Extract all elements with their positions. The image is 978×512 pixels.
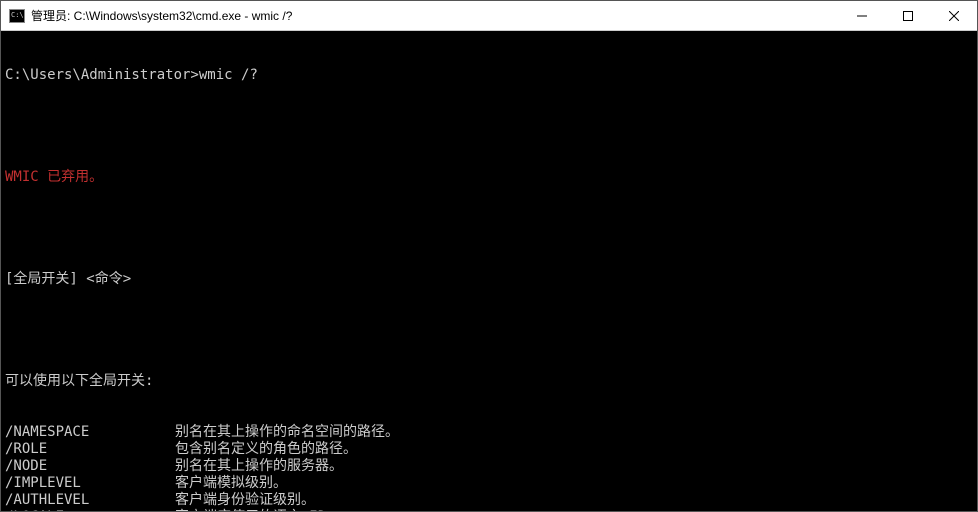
command: wmic /? xyxy=(199,67,258,83)
switch-name: /AUTHLEVEL xyxy=(5,492,175,509)
switch-row: /IMPLEVEL客户端模拟级别。 xyxy=(5,475,973,492)
switch-name: /NAMESPACE xyxy=(5,424,175,441)
terminal-output[interactable]: C:\Users\Administrator>wmic /? WMIC 已弃用。… xyxy=(1,31,977,511)
switch-desc: 客户端应使用的语言 ID。 xyxy=(175,509,340,511)
switch-desc: 别名在其上操作的命名空间的路径。 xyxy=(175,424,399,441)
syntax-line: [全局开关] <命令> xyxy=(5,271,973,288)
blank-line xyxy=(5,118,973,135)
switches-intro: 可以使用以下全局开关: xyxy=(5,373,973,390)
switch-name: /LOCALE xyxy=(5,509,175,511)
switch-name: /NODE xyxy=(5,458,175,475)
switch-row: /NODE别名在其上操作的服务器。 xyxy=(5,458,973,475)
switch-desc: 包含别名定义的角色的路径。 xyxy=(175,441,357,458)
switches-list: /NAMESPACE别名在其上操作的命名空间的路径。/ROLE包含别名定义的角色… xyxy=(5,424,973,511)
switch-name: /ROLE xyxy=(5,441,175,458)
switch-desc: 客户端身份验证级别。 xyxy=(175,492,315,509)
switch-row: /ROLE包含别名定义的角色的路径。 xyxy=(5,441,973,458)
blank-line xyxy=(5,220,973,237)
switch-name: /IMPLEVEL xyxy=(5,475,175,492)
blank-line xyxy=(5,322,973,339)
maximize-icon xyxy=(903,11,913,21)
window-controls xyxy=(839,1,977,30)
minimize-icon xyxy=(857,11,867,21)
close-button[interactable] xyxy=(931,1,977,30)
switch-desc: 客户端模拟级别。 xyxy=(175,475,287,492)
switch-row: /AUTHLEVEL客户端身份验证级别。 xyxy=(5,492,973,509)
switch-desc: 别名在其上操作的服务器。 xyxy=(175,458,343,475)
close-icon xyxy=(949,11,959,21)
minimize-button[interactable] xyxy=(839,1,885,30)
prompt-line: C:\Users\Administrator>wmic /? xyxy=(5,67,973,84)
maximize-button[interactable] xyxy=(885,1,931,30)
deprecated-warning: WMIC 已弃用。 xyxy=(5,169,973,186)
cmd-window: 管理员: C:\Windows\system32\cmd.exe - wmic … xyxy=(0,0,978,512)
cmd-icon xyxy=(9,9,25,23)
switch-row: /LOCALE客户端应使用的语言 ID。 xyxy=(5,509,973,511)
prompt: C:\Users\Administrator> xyxy=(5,67,199,83)
switch-row: /NAMESPACE别名在其上操作的命名空间的路径。 xyxy=(5,424,973,441)
window-title: 管理员: C:\Windows\system32\cmd.exe - wmic … xyxy=(31,7,839,24)
titlebar[interactable]: 管理员: C:\Windows\system32\cmd.exe - wmic … xyxy=(1,1,977,31)
